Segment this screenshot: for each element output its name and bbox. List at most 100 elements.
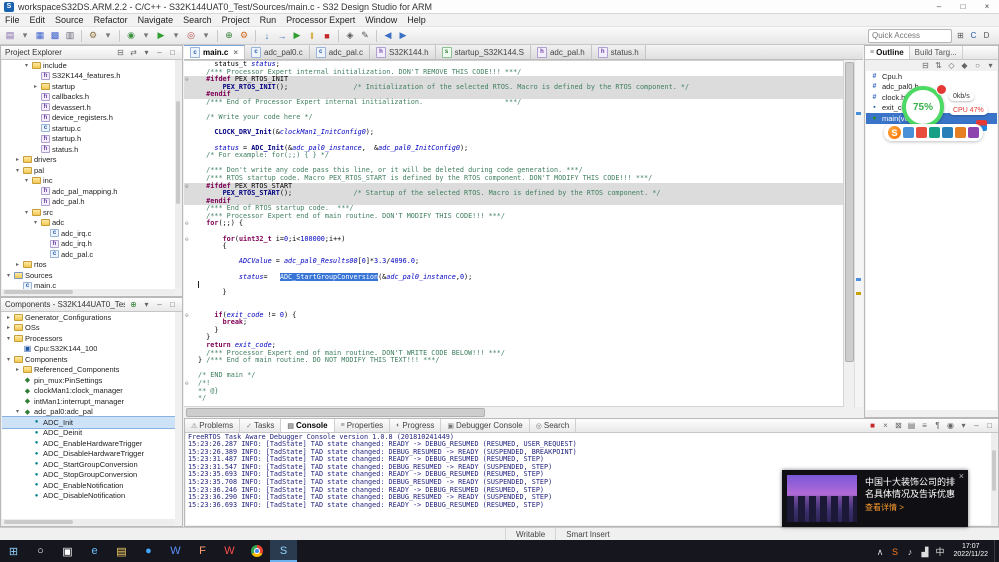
component-item-components[interactable]: ▾Components — [2, 354, 175, 365]
scroll-lock-icon[interactable]: ≡ — [919, 420, 930, 431]
editor-tab-startup-s32k144-s[interactable]: sstartup_S32K144.S — [436, 45, 531, 59]
hide-non-public-icon[interactable]: ○ — [972, 60, 983, 71]
maximize-icon[interactable]: □ — [167, 299, 178, 310]
component-item-generator-configurations[interactable]: ▸Generator_Configurations — [2, 312, 175, 323]
scrollbar-thumb[interactable] — [4, 290, 73, 294]
external-tools-icon[interactable]: ◎ — [184, 29, 198, 43]
project-tree[interactable]: ▾includehS32K144_features.h▸startuphcall… — [2, 60, 175, 289]
taskbar-internet-explorer[interactable]: e — [81, 540, 108, 562]
menu-navigate[interactable]: Navigate — [133, 15, 179, 25]
taskbar-browser[interactable]: ● — [135, 540, 162, 562]
ad-close-icon[interactable]: × — [959, 471, 964, 481]
taskbar-wps[interactable]: W — [216, 540, 243, 562]
code-editor[interactable]: status_t status; /*** Processor Expert i… — [184, 60, 844, 407]
ad-cta-link[interactable]: 查看详情 > — [865, 502, 962, 514]
menu-help[interactable]: Help — [402, 15, 431, 25]
menu-source[interactable]: Source — [50, 15, 89, 25]
step-into-icon[interactable]: ↓ — [260, 29, 274, 43]
forward-icon[interactable]: ▶ — [396, 29, 410, 43]
scrollbar-thumb[interactable] — [186, 408, 485, 417]
menu-window[interactable]: Window — [360, 15, 402, 25]
component-item-adc-disablenotification[interactable]: ●ADC_DisableNotification — [2, 491, 175, 502]
menu-file[interactable]: File — [0, 15, 25, 25]
hidden-icons-icon[interactable]: ∧ — [872, 547, 887, 558]
word-wrap-icon[interactable]: ¶ — [932, 420, 943, 431]
taskbar-firefox[interactable]: F — [189, 540, 216, 562]
project-item-adc-irq-c[interactable]: cadc_irq.c — [2, 228, 175, 239]
component-item-oss[interactable]: ▸OSs — [2, 323, 175, 334]
filter-icon[interactable]: ▾ — [141, 299, 152, 310]
input-language-icon[interactable]: 中 — [932, 545, 947, 558]
hide-fields-icon[interactable]: ◇ — [946, 60, 957, 71]
project-item-adc-pal-c[interactable]: cadc_pal.c — [2, 249, 175, 260]
view-menu-icon[interactable]: ▾ — [141, 47, 152, 58]
cpp-perspective-icon[interactable]: C — [968, 30, 979, 41]
emoji-icon[interactable] — [916, 127, 927, 138]
component-item-adc-init[interactable]: ●ADC_Init — [2, 417, 175, 428]
volume-icon[interactable]: ♪ — [902, 547, 917, 557]
video-ad-overlay[interactable]: × 中国十大装饰公司的排 名具体情况及告诉优惠 查看详情 > — [782, 470, 968, 527]
console-tab-console[interactable]: ▤Console — [281, 419, 334, 432]
quick-access-input[interactable] — [868, 29, 952, 43]
external-tools-menu-icon[interactable]: ▾ — [199, 29, 213, 43]
component-item-clockman1-clock-manager[interactable]: ◆clockMan1:clock_manager — [2, 386, 175, 397]
collapse-arrow-icon[interactable]: ▾ — [23, 62, 30, 69]
menu-refactor[interactable]: Refactor — [89, 15, 133, 25]
project-tree-horizontal-scrollbar[interactable] — [2, 289, 175, 295]
add-component-icon[interactable]: ⊕ — [128, 299, 139, 310]
project-item-sources[interactable]: ▾Sources — [2, 270, 175, 281]
sort-icon[interactable]: ⇅ — [933, 60, 944, 71]
editor-tab-adc-pal-h[interactable]: hadc_pal.h — [531, 45, 592, 59]
project-item-main-c[interactable]: cmain.c — [2, 281, 175, 290]
remove-all-launches-icon[interactable]: ⊠ — [893, 420, 904, 431]
scrollbar-thumb[interactable] — [4, 520, 73, 524]
maximize-icon[interactable]: □ — [984, 420, 995, 431]
console-tab-progress[interactable]: ◐Progress — [390, 419, 441, 432]
skin-icon[interactable] — [968, 127, 979, 138]
maximize-button[interactable]: □ — [951, 0, 975, 13]
project-item-include[interactable]: ▾include — [2, 60, 175, 71]
editor-horizontal-scrollbar[interactable] — [184, 406, 844, 418]
expand-arrow-icon[interactable]: ▸ — [14, 366, 21, 373]
scrollbar-thumb[interactable] — [992, 450, 996, 491]
minimize-button[interactable]: – — [927, 0, 951, 13]
console-tab-debugger-console[interactable]: ▣Debugger Console — [441, 419, 529, 432]
project-item-startup[interactable]: ▸startup — [2, 81, 175, 92]
back-icon[interactable]: ◀ — [381, 29, 395, 43]
debug-icon[interactable]: ◉ — [124, 29, 138, 43]
project-item-src[interactable]: ▾src — [2, 207, 175, 218]
taskbar-word[interactable]: W — [162, 540, 189, 562]
fold-icon[interactable]: ⊖ — [185, 312, 189, 320]
close-tab-icon[interactable]: × — [233, 48, 238, 57]
minimize-icon[interactable]: – — [154, 47, 165, 58]
collapse-arrow-icon[interactable]: ▾ — [5, 356, 12, 363]
collapse-arrow-icon[interactable]: ▾ — [23, 209, 30, 216]
remove-launch-icon[interactable]: × — [880, 420, 891, 431]
project-item-device-registers-h[interactable]: hdevice_registers.h — [2, 113, 175, 124]
minimize-icon[interactable]: – — [971, 420, 982, 431]
maximize-icon[interactable]: □ — [167, 47, 178, 58]
expand-arrow-icon[interactable]: ▸ — [5, 324, 12, 331]
project-item-drivers[interactable]: ▸drivers — [2, 155, 175, 166]
collapse-arrow-icon[interactable]: ▾ — [14, 408, 21, 415]
project-item-status-h[interactable]: hstatus.h — [2, 144, 175, 155]
close-button[interactable]: × — [975, 0, 999, 13]
expand-arrow-icon[interactable]: ▸ — [32, 83, 39, 90]
project-item-rtos[interactable]: ▸rtos — [2, 260, 175, 271]
hide-static-icon[interactable]: ◆ — [959, 60, 970, 71]
scrollbar-thumb[interactable] — [176, 101, 180, 204]
sogou-input-icon[interactable]: S — [887, 547, 902, 557]
clipboard-icon[interactable] — [929, 127, 940, 138]
collapse-arrow-icon[interactable]: ▾ — [5, 272, 12, 279]
console-tab-search[interactable]: ◎Search — [530, 419, 576, 432]
clear-console-icon[interactable]: ▤ — [906, 420, 917, 431]
project-item-startup-h[interactable]: hstartup.h — [2, 134, 175, 145]
component-item-pin-mux-pinsettings[interactable]: ◆pin_mux:PinSettings — [2, 375, 175, 386]
fold-icon[interactable]: ⊖ — [185, 380, 189, 388]
build-menu-icon[interactable]: ▾ — [101, 29, 115, 43]
run-menu-icon[interactable]: ▾ — [169, 29, 183, 43]
collapse-all-icon[interactable]: ⊟ — [920, 60, 931, 71]
component-item-adc-deinit[interactable]: ●ADC_Deinit — [2, 428, 175, 439]
editor-tab-s32k144-h[interactable]: hS32K144.h — [370, 45, 436, 59]
editor-tab-status-h[interactable]: hstatus.h — [592, 45, 646, 59]
